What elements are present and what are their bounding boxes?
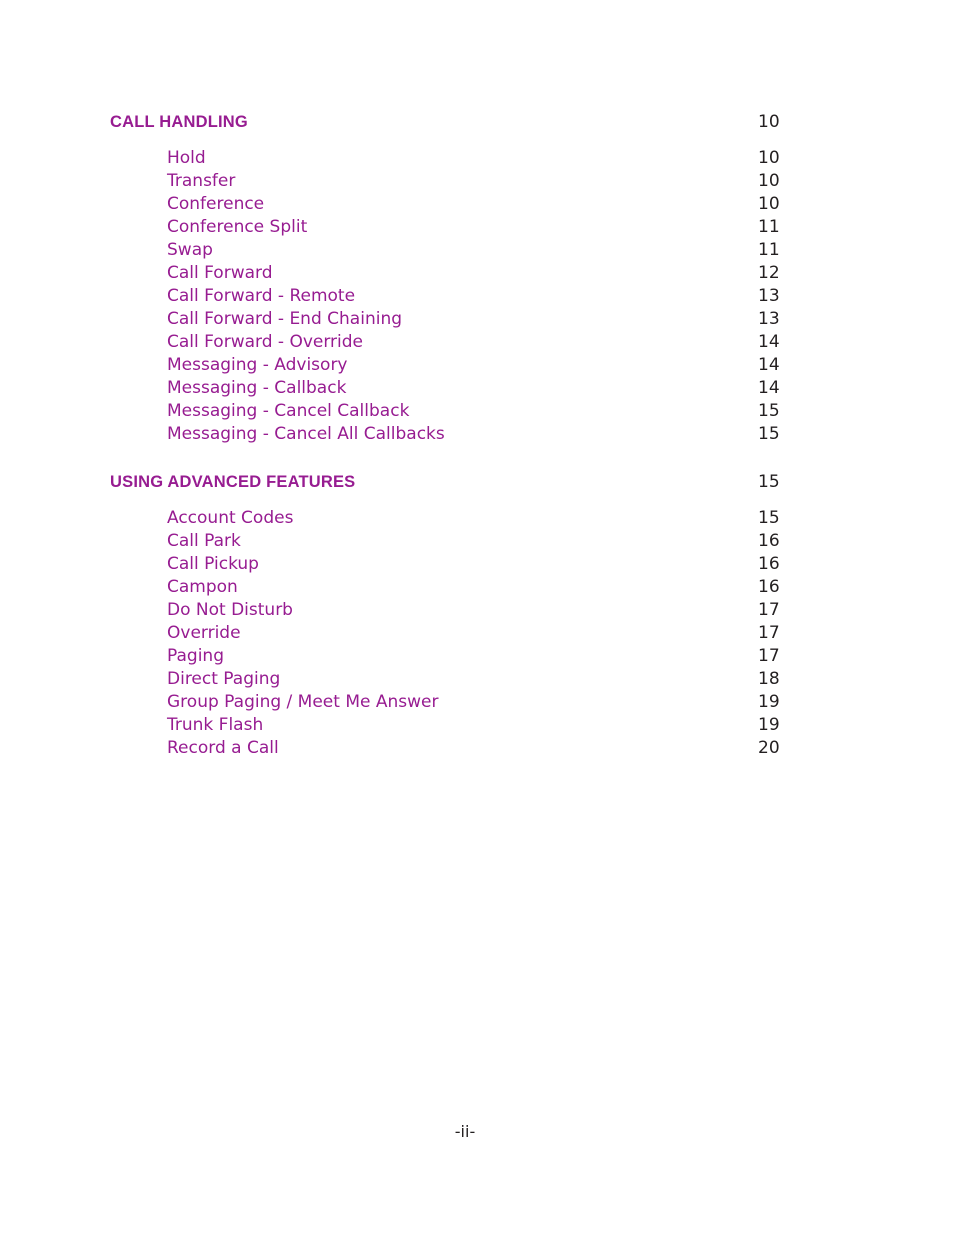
toc-entry-label: Call Forward - Override bbox=[167, 332, 363, 352]
toc-entry-page-number: 16 bbox=[758, 531, 780, 551]
toc-entry-label: Call Forward - Remote bbox=[167, 286, 356, 306]
toc-entry-page-number: 14 bbox=[758, 378, 780, 398]
toc-entry-label: Messaging - Callback bbox=[167, 378, 347, 398]
toc-entry-label: Account Codes bbox=[167, 508, 294, 528]
toc-entry-list: Hold 10 Transfer 10 Conference 10 Conference S… bbox=[110, 147, 816, 446]
toc-section-title: CALL HANDLING bbox=[110, 113, 248, 131]
toc-entry-label: Campon bbox=[167, 577, 238, 597]
toc-entry-label: Call Forward - End Chaining bbox=[167, 309, 403, 329]
toc-entry-page-number: 10 bbox=[758, 194, 780, 214]
toc-entry[interactable]: Account Codes 15 bbox=[110, 507, 816, 530]
toc-entry-label: Group Paging / Meet Me Answer bbox=[167, 692, 439, 712]
toc-entry[interactable]: Paging 17 bbox=[110, 645, 816, 668]
toc-entry-page-number: 17 bbox=[758, 600, 780, 620]
toc-entry-page-number: 13 bbox=[758, 309, 780, 329]
toc-entry[interactable]: Do Not Disturb 17 bbox=[110, 599, 816, 622]
toc-entry-page-number: 11 bbox=[758, 240, 780, 260]
toc-entry-label: Direct Paging bbox=[167, 669, 281, 689]
toc-section-page-number: 10 bbox=[758, 112, 780, 132]
toc-entry-label: Messaging - Cancel All Callbacks bbox=[167, 424, 445, 444]
toc-entry-page-number: 15 bbox=[758, 508, 780, 528]
toc-entry[interactable]: Override 17 bbox=[110, 622, 816, 645]
toc-entry-list: Account Codes 15 Call Park 16 Call Pickup 16 C… bbox=[110, 507, 816, 760]
toc-entry-page-number: 10 bbox=[758, 148, 780, 168]
toc-entry[interactable]: Conference Split 11 bbox=[110, 216, 816, 239]
toc-entry[interactable]: Call Forward 12 bbox=[110, 262, 816, 285]
toc-entry[interactable]: Messaging - Advisory 14 bbox=[110, 354, 816, 377]
toc-entry[interactable]: Call Forward - Remote 13 bbox=[110, 285, 816, 308]
toc-entry[interactable]: Call Pickup 16 bbox=[110, 553, 816, 576]
toc-entry-page-number: 18 bbox=[758, 669, 780, 689]
toc-entry-label: Call Pickup bbox=[167, 554, 259, 574]
toc-entry[interactable]: Direct Paging 18 bbox=[110, 668, 816, 691]
toc-entry[interactable]: Messaging - Callback 14 bbox=[110, 377, 816, 400]
toc-section-title: USING ADVANCED FEATURES bbox=[110, 473, 356, 491]
toc-entry[interactable]: Transfer 10 bbox=[110, 170, 816, 193]
toc-section-heading[interactable]: CALL HANDLING 10 bbox=[110, 112, 816, 132]
toc-entry-label: Call Park bbox=[167, 531, 241, 551]
toc-entry-page-number: 20 bbox=[758, 738, 780, 758]
toc-entry-page-number: 14 bbox=[758, 332, 780, 352]
toc-entry-page-number: 15 bbox=[758, 401, 780, 421]
toc-entry-label: Conference bbox=[167, 194, 265, 214]
toc-entry[interactable]: Campon 16 bbox=[110, 576, 816, 599]
toc-entry[interactable]: Messaging - Cancel All Callbacks 15 bbox=[110, 423, 816, 446]
toc-entry[interactable]: Call Park 16 bbox=[110, 530, 816, 553]
toc-section-page-number: 15 bbox=[758, 472, 780, 492]
toc-entry-page-number: 16 bbox=[758, 554, 780, 574]
toc-entry-label: Paging bbox=[167, 646, 224, 666]
toc-entry[interactable]: Record a Call 20 bbox=[110, 737, 816, 760]
page-number-footer: -ii- bbox=[454, 1122, 476, 1141]
toc-entry-label: Messaging - Cancel Callback bbox=[167, 401, 410, 421]
toc-entry[interactable]: Swap 11 bbox=[110, 239, 816, 262]
toc-entry-page-number: 17 bbox=[758, 623, 780, 643]
toc-entry-label: Trunk Flash bbox=[167, 715, 264, 735]
toc-entry-page-number: 12 bbox=[758, 263, 780, 283]
toc-entry-label: Swap bbox=[167, 240, 213, 260]
toc-entry-page-number: 14 bbox=[758, 355, 780, 375]
toc-entry-label: Call Forward bbox=[167, 263, 273, 283]
toc-entry-label: Hold bbox=[167, 148, 206, 168]
toc-entry-page-number: 19 bbox=[758, 692, 780, 712]
toc-entry-page-number: 13 bbox=[758, 286, 780, 306]
toc-entry-page-number: 19 bbox=[758, 715, 780, 735]
toc-entry-page-number: 11 bbox=[758, 217, 780, 237]
toc-entry-label: Override bbox=[167, 623, 241, 643]
toc-entry[interactable]: Hold 10 bbox=[110, 147, 816, 170]
toc-entry-label: Do Not Disturb bbox=[167, 600, 293, 620]
toc-entry[interactable]: Call Forward - Override 14 bbox=[110, 331, 816, 354]
toc-entry-page-number: 10 bbox=[758, 171, 780, 191]
toc-entry[interactable]: Trunk Flash 19 bbox=[110, 714, 816, 737]
toc-entry[interactable]: Call Forward - End Chaining 13 bbox=[110, 308, 816, 331]
toc-entry[interactable]: Group Paging / Meet Me Answer 19 bbox=[110, 691, 816, 714]
toc-entry[interactable]: Conference 10 bbox=[110, 193, 816, 216]
toc-entry-page-number: 16 bbox=[758, 577, 780, 597]
toc-entry-label: Transfer bbox=[167, 171, 236, 191]
table-of-contents: CALL HANDLING 10 Hold 10 Transfer 10 Conferenc… bbox=[110, 112, 816, 760]
toc-entry[interactable]: Messaging - Cancel Callback 15 bbox=[110, 400, 816, 423]
toc-entry-page-number: 17 bbox=[758, 646, 780, 666]
toc-section-heading[interactable]: USING ADVANCED FEATURES 15 bbox=[110, 472, 816, 492]
toc-entry-page-number: 15 bbox=[758, 424, 780, 444]
document-page: CALL HANDLING 10 Hold 10 Transfer 10 Conferenc… bbox=[0, 0, 954, 1235]
toc-entry-label: Messaging - Advisory bbox=[167, 355, 348, 375]
toc-entry-label: Record a Call bbox=[167, 738, 279, 758]
toc-entry-label: Conference Split bbox=[167, 217, 308, 237]
